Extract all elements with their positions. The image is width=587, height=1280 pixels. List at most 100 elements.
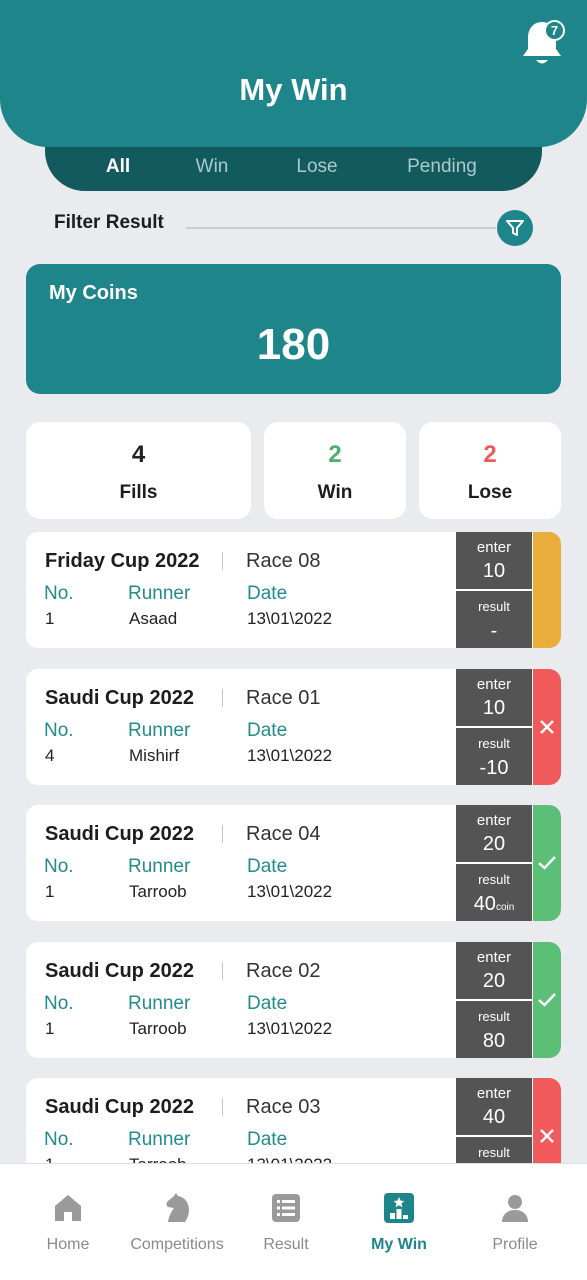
race-number: Race 03 [246,1096,321,1118]
result-value-wrap: 80 [456,1030,532,1053]
runner-header: Runner [128,993,191,1014]
home-icon [55,1195,81,1221]
race-event-name: Saudi Cup 2022 [45,960,194,982]
runner-header: Runner [128,1129,191,1150]
no-header: No. [44,1129,74,1150]
enter-label: enter [476,949,512,966]
enter-value: 10 [482,560,506,582]
app-header: My Win 7 [0,0,587,147]
date-header: Date [247,1129,288,1150]
nav-my-win[interactable]: My Win [354,1164,444,1280]
nav-result[interactable]: Result [246,1164,326,1280]
result-label: result [478,736,510,751]
race-card[interactable]: Saudi Cup 2022 Race 02 No. Runner Date 1 Tarro… [26,942,561,1058]
stat-win: 2 Win [264,422,406,519]
stat-win-value: 2 [328,441,342,468]
race-no-value: 1 [45,882,55,901]
result-box: result 80 [456,1001,532,1058]
nav-result-label: Result [263,1236,309,1253]
stat-lose: 2 Lose [419,422,561,519]
race-number: Race 02 [246,960,321,982]
bottom-navigation: Home Competitions Result My Win Profile [0,1163,587,1280]
close-icon [540,1129,554,1143]
result-value: -10 [479,757,509,779]
enter-box: enter 40 [456,1078,532,1135]
trophy-podium-icon [384,1193,414,1223]
stat-fills: 4 Fills [26,422,251,519]
enter-label: enter [476,539,512,556]
no-header: No. [44,856,74,877]
nav-competitions[interactable]: Competitions [122,1164,232,1280]
tab-pending[interactable]: Pending [407,156,477,178]
coins-value: 180 [256,320,331,369]
race-card[interactable]: Saudi Cup 2022 Race 04 No. Runner Date 1 Tarro… [26,805,561,921]
filter-button[interactable] [497,210,533,246]
result-value: 80 [482,1030,506,1052]
nav-profile[interactable]: Profile [475,1164,555,1280]
enter-label: enter [476,676,512,693]
tab-lose[interactable]: Lose [296,156,337,178]
list-icon [272,1194,300,1222]
race-card[interactable]: Saudi Cup 2022 Race 01 No. Runner Date 4 Mishi… [26,669,561,785]
runner-value: Mishirf [129,746,180,765]
result-label: result [478,872,510,887]
enter-box: enter 20 [456,942,532,999]
check-icon [538,993,556,1007]
nav-profile-label: Profile [492,1236,538,1253]
nav-my-win-label: My Win [371,1236,427,1253]
race-no-value: 1 [45,609,55,628]
no-header: No. [44,583,74,604]
runner-header: Runner [128,856,191,877]
status-indicator-win [533,805,561,921]
race-card[interactable]: Friday Cup 2022 Race 08 No. Runner Date 1 Asaa… [26,532,561,648]
race-event-name: Friday Cup 2022 [45,550,200,572]
status-indicator-lose [533,669,561,785]
status-indicator-win [533,942,561,1058]
race-title-divider [222,689,223,707]
stat-lose-label: Lose [467,482,513,503]
result-value: - [490,620,498,642]
stat-lose-value: 2 [483,441,497,468]
stat-fills-value: 4 [131,441,146,468]
filter-divider [186,227,496,229]
enter-value: 40 [482,1106,506,1128]
runner-header: Runner [128,583,191,604]
runner-value: Tarroob [129,882,187,901]
result-label: result [478,1009,510,1024]
result-value-wrap: 40coin [456,893,532,916]
coins-label: My Coins [49,282,138,304]
race-number: Race 08 [246,550,321,572]
date-header: Date [247,856,288,877]
result-label: result [478,1145,510,1160]
filter-result-label: Filter Result [54,212,164,233]
check-icon [538,856,556,870]
enter-value: 10 [482,697,506,719]
enter-label: enter [476,812,512,829]
notifications-button[interactable]: 7 [520,18,568,70]
enter-label: enter [476,1085,512,1102]
close-icon [540,720,554,734]
race-title-divider [222,552,223,570]
status-indicator-pending [533,532,561,648]
no-header: No. [44,993,74,1014]
no-header: No. [44,720,74,741]
enter-box: enter 10 [456,532,532,589]
result-value-wrap: - [456,620,532,643]
result-unit: coin [495,902,515,913]
enter-value: 20 [482,833,506,855]
race-event-name: Saudi Cup 2022 [45,687,194,709]
nav-home[interactable]: Home [23,1164,113,1280]
page-title: My Win [239,72,348,107]
race-no-value: 1 [45,1019,55,1038]
runner-value: Tarroob [129,1019,187,1038]
stat-win-label: Win [317,482,353,503]
my-coins-card: My Coins 180 [26,264,561,394]
tab-win[interactable]: Win [196,156,229,178]
stat-fills-label: Fills [119,482,158,503]
race-event-name: Saudi Cup 2022 [45,1096,194,1118]
runner-header: Runner [128,720,191,741]
date-value: 13\01\2022 [247,609,333,628]
race-title-divider [222,825,223,843]
enter-box: enter 10 [456,669,532,726]
tab-all[interactable]: All [106,156,130,178]
